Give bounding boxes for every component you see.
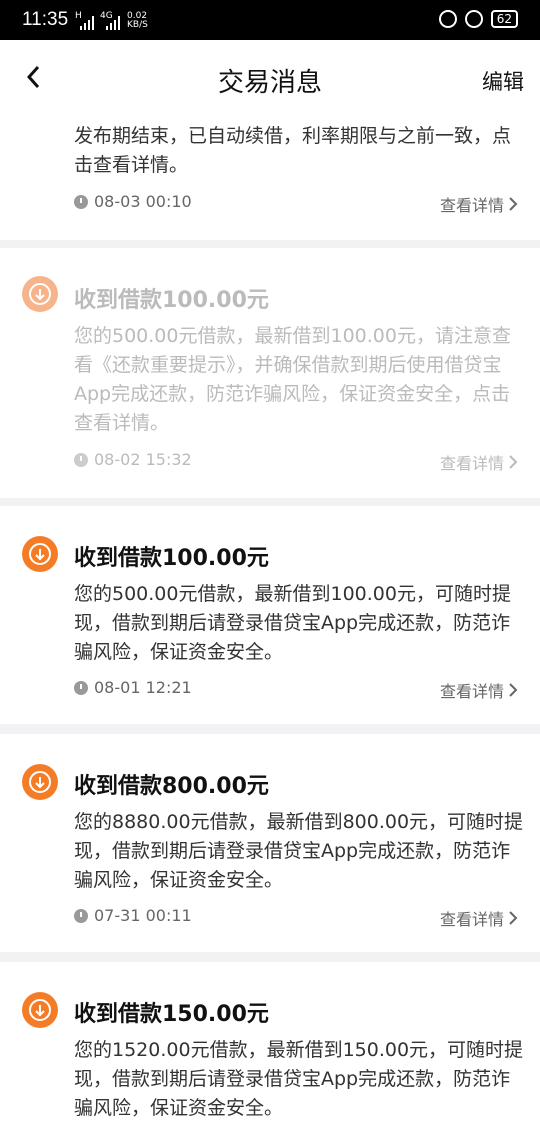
detail-label: 查看详情	[439, 910, 504, 929]
time-label: 08-01 12:21	[94, 678, 192, 697]
message-time: 08-02 15:32	[74, 450, 192, 469]
status-time: 11:35	[22, 9, 69, 30]
net-speed-unit: KB/S	[127, 20, 148, 30]
message-card[interactable]: 收到借款800.00元 您的8880.00元借款，最新借到800.00元，可随时…	[0, 734, 540, 952]
message-time: 08-01 12:21	[74, 678, 192, 697]
message-body: 发布期结束，已自动续借，利率期限与之前一致，点击查看详情。	[74, 125, 512, 176]
message-title: 收到借款100.00元	[74, 288, 269, 313]
time-label: 08-03 00:10	[94, 192, 192, 211]
time-label: 07-31 00:11	[94, 906, 192, 925]
message-time: 08-03 00:10	[74, 192, 192, 211]
message-card[interactable]: 收到借款100.00元 您的500.00元借款，最新借到100.00元，可随时提…	[0, 506, 540, 724]
view-detail-link[interactable]: 查看详情	[440, 906, 518, 930]
download-icon	[22, 764, 58, 800]
detail-label: 查看详情	[439, 196, 504, 215]
clock-icon	[74, 452, 88, 467]
view-detail-link[interactable]: 查看详情	[440, 192, 518, 216]
download-icon	[22, 276, 58, 312]
message-title: 收到借款150.00元	[74, 1002, 269, 1027]
battery-icon: 62	[490, 10, 518, 28]
detail-label: 查看详情	[439, 454, 504, 473]
message-body: 您的8880.00元借款，最新借到800.00元，可随时提现，借款到期后请登录借…	[74, 811, 524, 891]
lock-icon	[438, 10, 457, 28]
message-body: 您的500.00元借款，最新借到100.00元，可随时提现，借款到期后请登录借贷…	[74, 583, 511, 663]
chevron-right-icon	[509, 455, 518, 469]
signal-icon-2	[106, 16, 120, 30]
view-detail-link[interactable]: 查看详情	[440, 450, 518, 474]
edit-button[interactable]: 编辑	[482, 66, 524, 96]
chevron-right-icon	[509, 197, 518, 211]
message-body: 您的1520.00元借款，最新借到150.00元，可随时提现，借款到期后请登录借…	[74, 1039, 524, 1119]
signal-icon	[80, 16, 94, 30]
message-card[interactable]: 收到借款150.00元 您的1520.00元借款，最新借到150.00元，可随时…	[0, 962, 540, 1140]
chevron-right-icon	[509, 911, 518, 925]
message-title: 收到借款100.00元	[74, 546, 269, 571]
message-body: 您的500.00元借款，最新借到100.00元，请注意查看《还款重要提示》，并确…	[74, 325, 511, 434]
message-title: 收到借款800.00元	[74, 774, 269, 799]
nav-bar: 交易消息 编辑	[0, 40, 540, 116]
message-card[interactable]: 发布期结束，已自动续借，利率期限与之前一致，点击查看详情。 08-03 00:1…	[0, 116, 540, 240]
status-bar: 11:35 H 4G 0.02 KB/S 62	[0, 0, 540, 40]
time-label: 08-02 15:32	[94, 450, 192, 469]
page-title: 交易消息	[217, 68, 322, 98]
net-speed: 0.02 KB/S	[127, 12, 148, 30]
download-icon	[22, 536, 58, 572]
status-right: 62	[438, 10, 518, 28]
clock-icon	[74, 908, 88, 923]
download-icon	[22, 992, 58, 1028]
detail-label: 查看详情	[439, 682, 504, 701]
view-detail-link[interactable]: 查看详情	[440, 678, 518, 702]
clock-icon	[74, 680, 88, 695]
alarm-icon	[464, 10, 483, 28]
message-time: 07-31 00:11	[74, 906, 192, 925]
chevron-right-icon	[509, 683, 518, 697]
message-card[interactable]: 收到借款100.00元 您的500.00元借款，最新借到100.00元，请注意查…	[0, 248, 540, 498]
clock-icon	[74, 194, 88, 209]
